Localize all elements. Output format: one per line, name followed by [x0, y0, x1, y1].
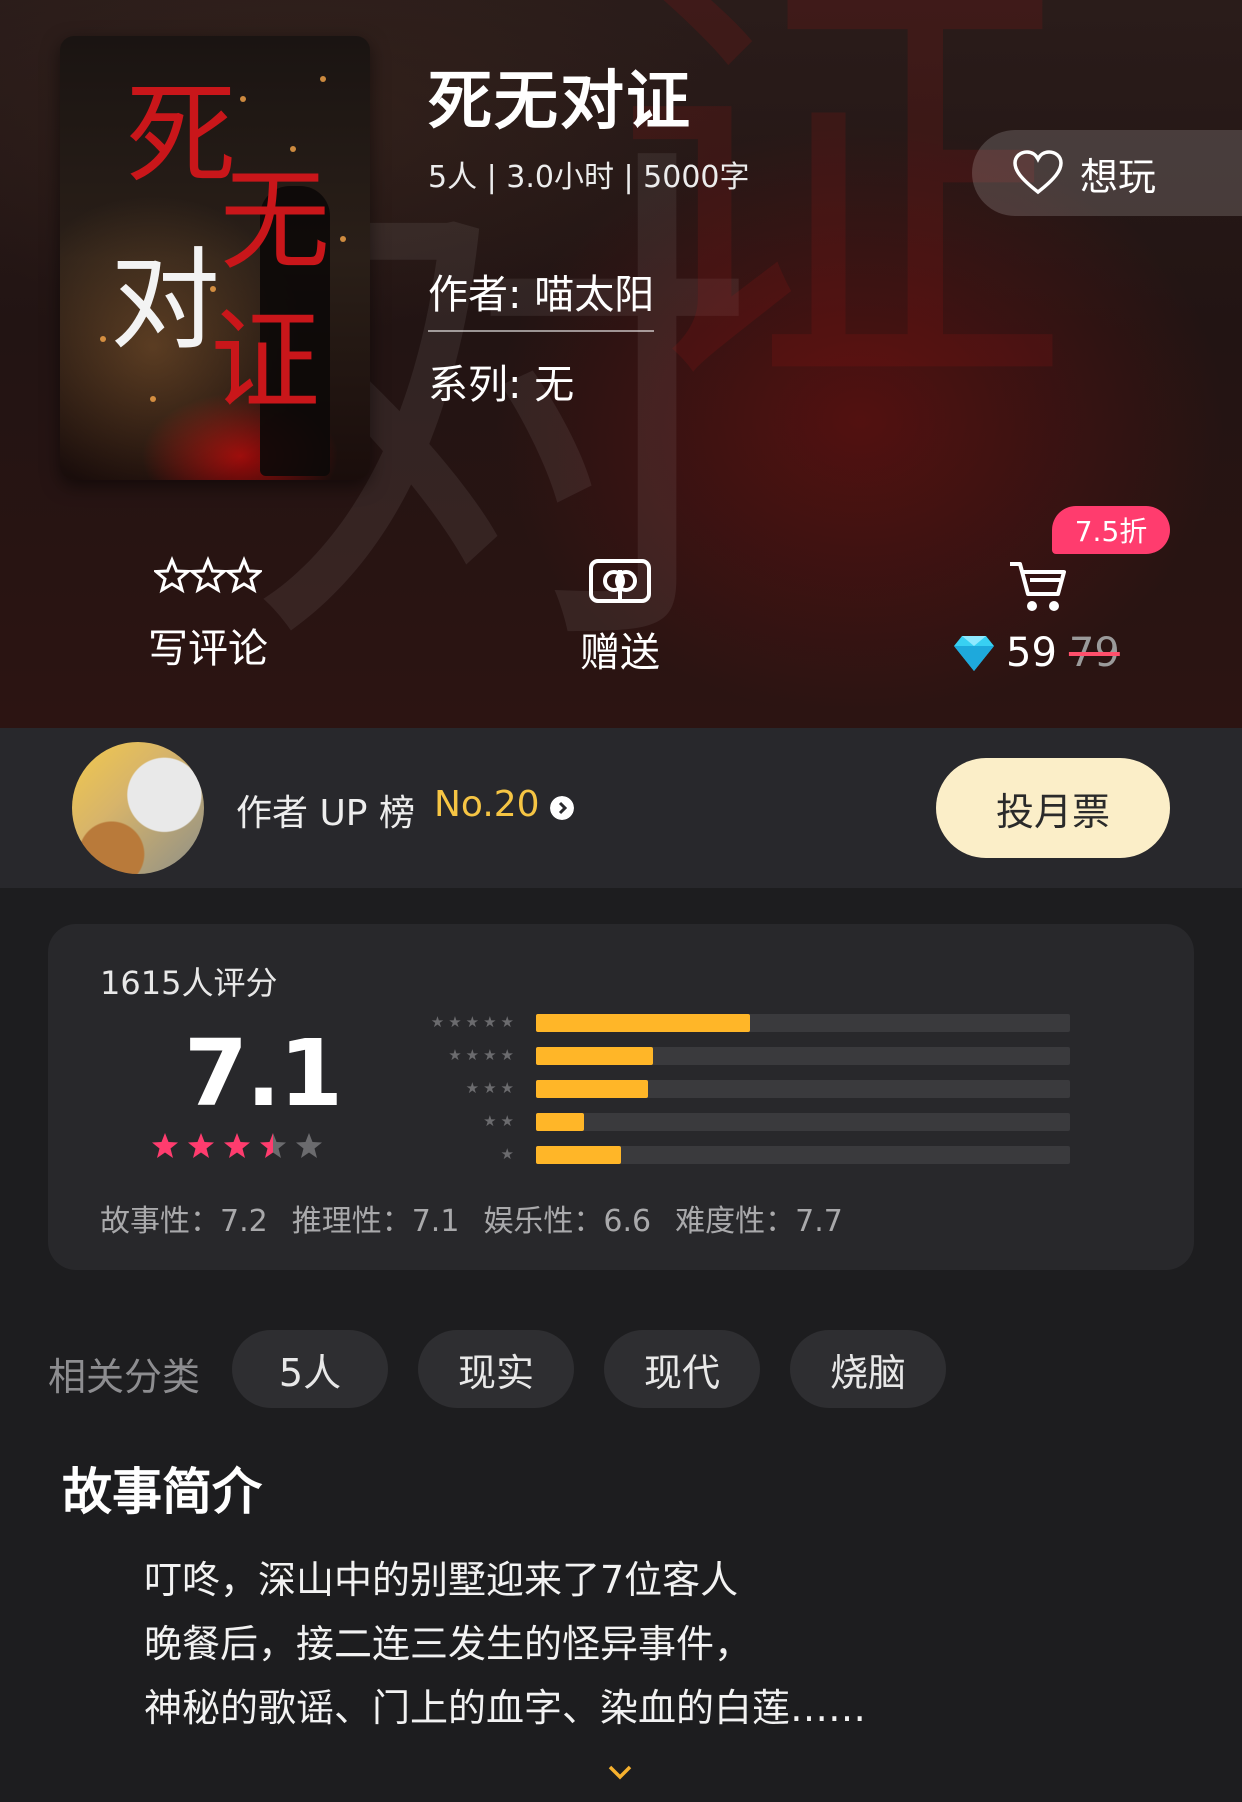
distribution-row: ★ — [48, 1144, 1194, 1164]
small-star-icon: ★ — [500, 1112, 514, 1130]
distribution-stars: ★ — [501, 1144, 514, 1164]
distribution-row: ★ ★ ★ ★ — [48, 1045, 1194, 1065]
distribution-bar-track — [536, 1113, 1070, 1131]
sub-score-fun: 娱乐性：6.6 — [483, 1204, 652, 1239]
game-meta: 5人 | 3.0小时 | 5000字 — [428, 160, 750, 195]
small-star-icon: ★ — [483, 1079, 497, 1097]
synopsis-line: 神秘的歌谣、门上的血字、染血的白莲…… — [144, 1686, 867, 1730]
price-button[interactable]: 59 79 — [952, 630, 1120, 676]
distribution-row: ★ ★ ★ ★ ★ — [48, 1012, 1194, 1032]
small-star-icon: ★ — [500, 1145, 514, 1163]
sub-score-reasoning: 推理性：7.1 — [291, 1204, 460, 1239]
small-star-icon: ★ — [448, 1046, 462, 1064]
monthly-vote-button[interactable]: 投月票 — [936, 758, 1170, 858]
cover-title-char: 无 — [220, 157, 330, 285]
want-to-play-button[interactable]: 想玩 — [972, 130, 1242, 216]
price-original: 79 — [1068, 630, 1120, 676]
category-tag[interactable]: 现实 — [418, 1330, 574, 1408]
distribution-stars: ★ ★ ★ ★ ★ — [431, 1012, 514, 1032]
up-ranking-rank[interactable]: No.20 — [434, 784, 540, 825]
synopsis-line: 叮咚，深山中的别墅迎来了7位客人 — [144, 1558, 739, 1602]
distribution-stars: ★ ★ ★ ★ — [448, 1045, 514, 1065]
cover-title-char: 证 — [210, 297, 320, 425]
distribution-bar-track — [536, 1047, 1070, 1065]
category-label: 相关分类 — [48, 1355, 201, 1399]
diamond-icon — [954, 636, 994, 671]
distribution-bar-track — [536, 1080, 1070, 1098]
cover-title-char: 对 — [110, 237, 220, 365]
up-ranking-label: 作者 UP 榜 — [236, 793, 415, 834]
distribution-row: ★ ★ — [48, 1111, 1194, 1131]
small-star-icon: ★ — [500, 1013, 514, 1031]
cart-icon[interactable] — [1008, 560, 1068, 614]
cover-image[interactable]: 死 无 对 证 — [60, 36, 370, 480]
distribution-bar-fill — [536, 1146, 622, 1164]
write-review-button[interactable]: 写评论 — [130, 556, 286, 674]
small-star-icon: ★ — [448, 1013, 462, 1031]
distribution-stars: ★ ★ — [483, 1111, 514, 1131]
distribution-bar-track — [536, 1014, 1070, 1032]
sub-score-story: 故事性：7.2 — [100, 1204, 268, 1239]
distribution-bar-fill — [536, 1080, 649, 1098]
small-star-icon: ★ — [465, 1013, 480, 1031]
gift-label: 赠送 — [580, 630, 660, 676]
author-up-ranking-bar: 作者 UP 榜 No.20 投月票 — [0, 728, 1242, 888]
rating-count: 1615人评分 — [100, 964, 278, 1002]
distribution-bar-fill — [536, 1113, 585, 1131]
hero-section: 对 证 死 无 对 证 死无对证 5人 | 3.0小时 | 5000字 作者: … — [0, 0, 1242, 728]
small-star-icon: ★ — [465, 1079, 480, 1097]
sub-score-difficulty: 难度性：7.7 — [675, 1204, 843, 1239]
avatar[interactable] — [72, 742, 204, 874]
gift-icon — [589, 559, 651, 603]
heart-icon — [1013, 150, 1063, 195]
category-tag[interactable]: 烧脑 — [790, 1330, 946, 1408]
chevron-down-icon[interactable] — [606, 1762, 634, 1782]
chevron-right-icon[interactable] — [550, 796, 574, 820]
discount-badge: 7.5折 — [1052, 506, 1170, 554]
small-star-icon: ★ — [465, 1046, 480, 1064]
distribution-stars: ★ ★ ★ — [466, 1078, 514, 1098]
price-current: 59 — [1006, 630, 1057, 676]
small-star-icon: ★ — [500, 1079, 514, 1097]
distribution-bar-track — [536, 1146, 1070, 1164]
category-tag[interactable]: 现代 — [604, 1330, 760, 1408]
synopsis-title: 故事简介 — [62, 1463, 262, 1521]
small-star-icon: ★ — [483, 1013, 497, 1031]
sub-scores: 故事性：7.2 推理性：7.1 娱乐性：6.6 难度性：7.7 — [100, 1196, 843, 1240]
want-to-play-label: 想玩 — [1080, 154, 1157, 199]
distribution-row: ★ ★ ★ — [48, 1078, 1194, 1098]
small-star-icon: ★ — [430, 1013, 445, 1031]
small-star-icon: ★ — [500, 1046, 514, 1064]
synopsis-text: 叮咚，深山中的别墅迎来了7位客人 晚餐后，接二连三发生的怪异事件， 神秘的歌谣、… — [144, 1548, 866, 1740]
author-link[interactable]: 作者: 喵太阳 — [428, 262, 655, 332]
rating-card[interactable]: 1615人评分 7.1 ★ ★ ★ ★ ★ ★ ★ ★ ★ ★ ★ ★ ★ ★ ★ 故事性：7.2 推理性：… — [48, 924, 1194, 1270]
write-review-label: 写评论 — [148, 626, 268, 672]
star-outline-icon — [152, 556, 264, 594]
synopsis-line: 晚餐后，接二连三发生的怪异事件， — [144, 1622, 753, 1666]
small-star-icon: ★ — [483, 1112, 497, 1130]
category-tag[interactable]: 5人 — [232, 1330, 388, 1408]
small-star-icon: ★ — [483, 1046, 497, 1064]
distribution-bar-fill — [536, 1014, 750, 1032]
distribution-bar-fill — [536, 1047, 654, 1065]
series-text: 系列: 无 — [428, 362, 575, 408]
page-title: 死无对证 — [428, 65, 692, 139]
gift-button[interactable]: 赠送 — [560, 556, 680, 678]
